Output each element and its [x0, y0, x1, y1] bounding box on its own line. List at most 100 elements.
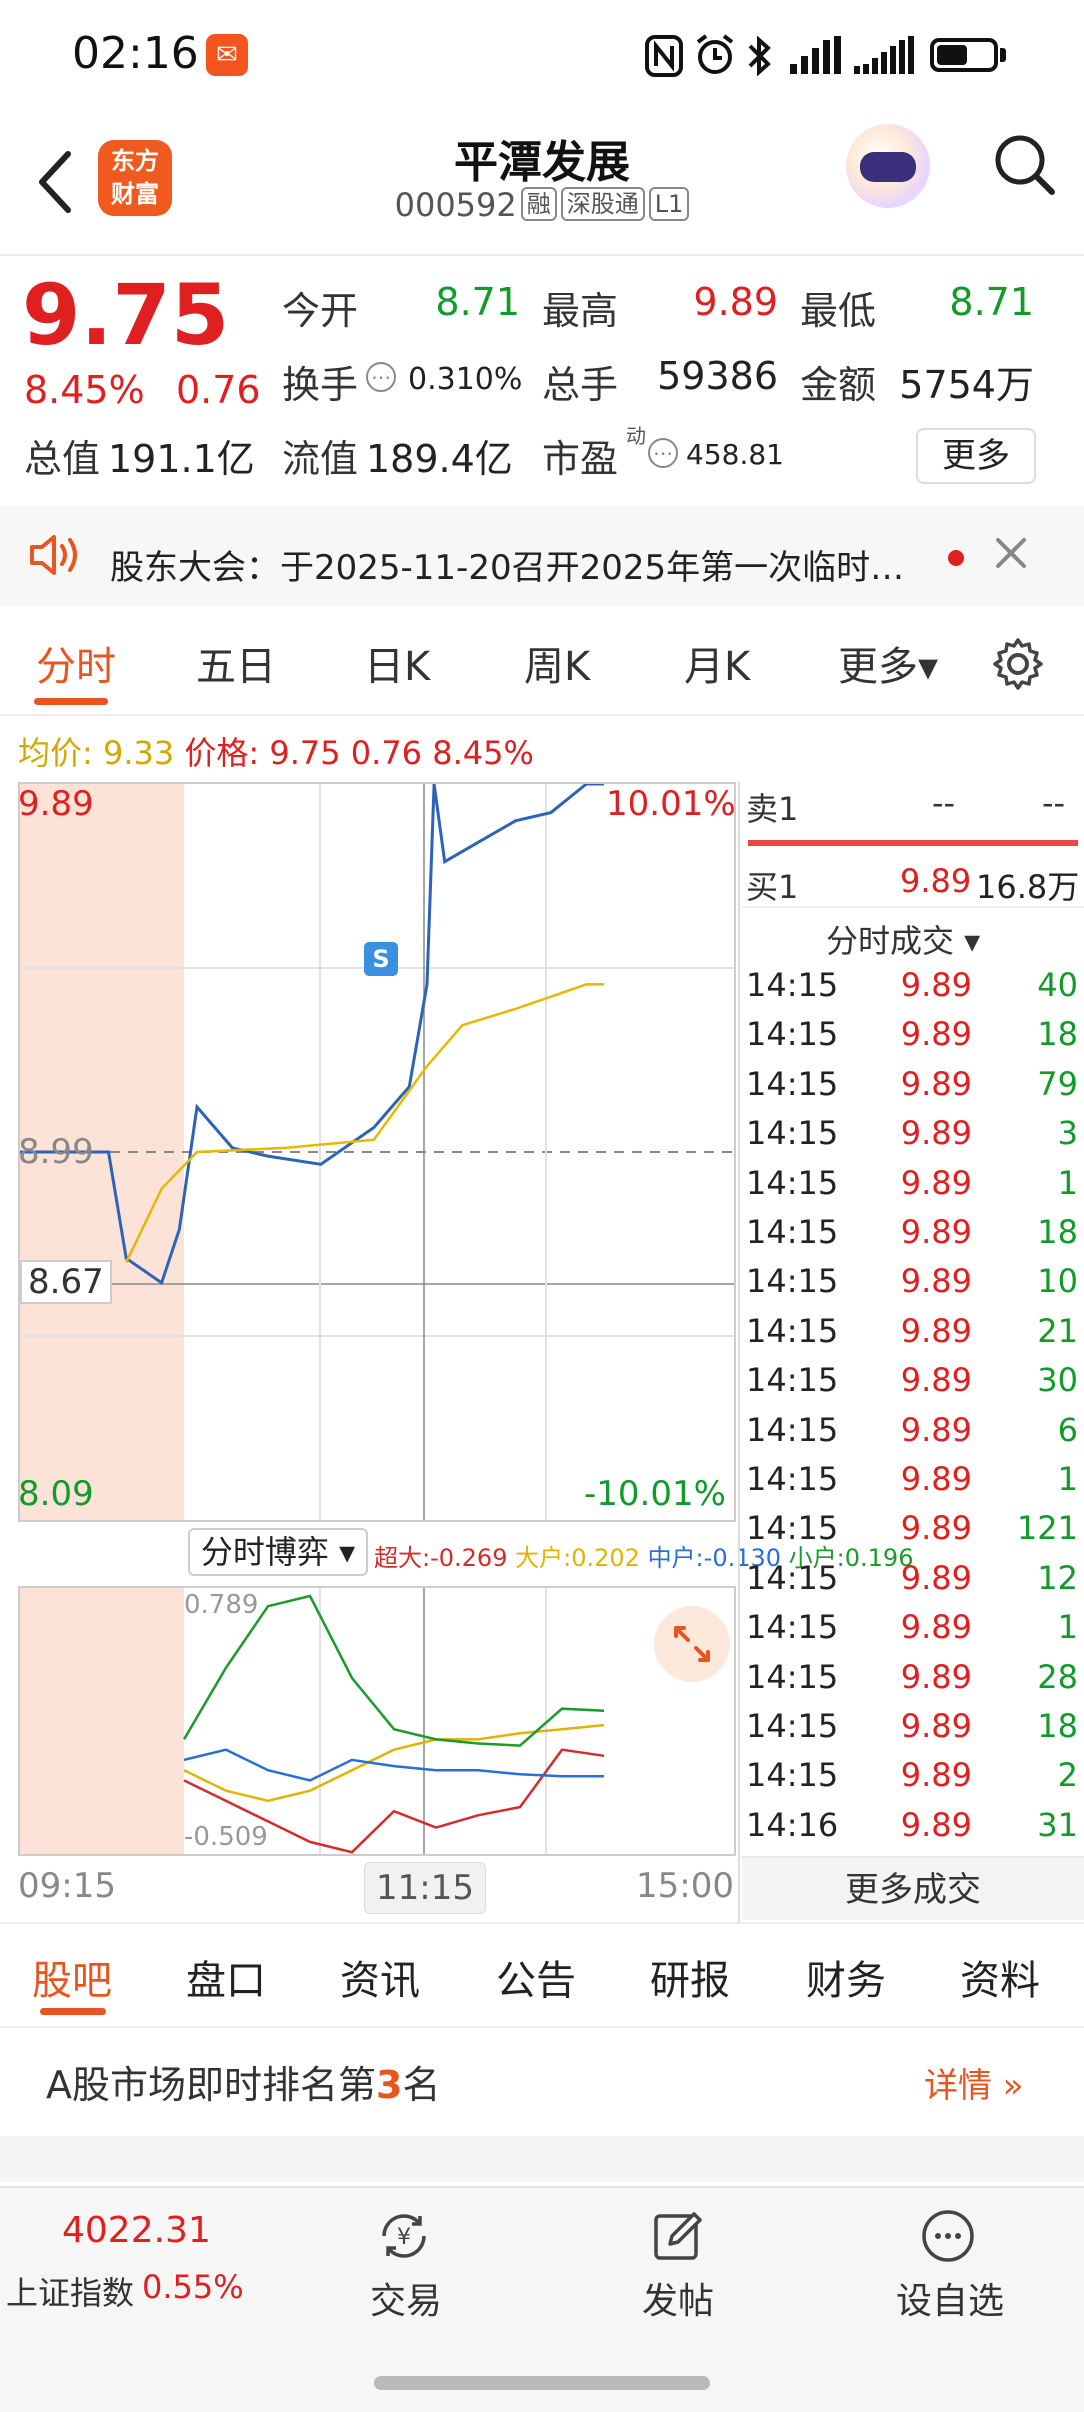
- tick-volume: 1: [1057, 1164, 1078, 1202]
- buy1-price: 9.89: [900, 862, 972, 900]
- tab-research[interactable]: 研报: [650, 1948, 730, 2006]
- tick-volume: 28: [1037, 1658, 1078, 1696]
- pe-value: 458.81: [686, 438, 784, 471]
- tab-pankou[interactable]: 盘口: [186, 1948, 266, 2006]
- turnover-label: 换手: [282, 363, 359, 407]
- current-price: 9.75: [22, 266, 230, 364]
- sub-axis-bottom: -0.509: [184, 1822, 268, 1852]
- post-icon[interactable]: [648, 2206, 708, 2266]
- y-axis-mid: 8.99: [18, 1132, 94, 1172]
- price-label: 价格:: [184, 734, 260, 772]
- low-label: 最低: [800, 289, 877, 333]
- tab-more[interactable]: 更多▾: [838, 634, 938, 692]
- section-gap: [0, 2136, 1084, 2182]
- rank-detail-link[interactable]: 详情 »: [924, 2058, 1024, 2107]
- volume-label: 总手: [542, 363, 619, 407]
- tick-volume: 121: [1016, 1509, 1078, 1547]
- index-name[interactable]: 上证指数: [6, 2268, 134, 2314]
- tick-time: 14:15: [746, 1411, 839, 1449]
- add-watchlist-label[interactable]: 设自选: [896, 2272, 1004, 2324]
- rank-text: A股市场即时排名第3名: [46, 2063, 441, 2107]
- nfc-icon: [645, 35, 683, 77]
- tick-time: 14:15: [746, 1312, 839, 1350]
- rank-number: 3: [376, 2063, 403, 2107]
- trade-icon[interactable]: ¥: [374, 2206, 434, 2266]
- pe-superscript: 动: [626, 424, 646, 448]
- bid-ask-separator: [748, 840, 1078, 846]
- tab-announcements[interactable]: 公告: [496, 1948, 576, 2006]
- flow-series-2: [183, 1748, 604, 1782]
- tick-volume: 21: [1037, 1312, 1078, 1350]
- tick-price: 9.89: [900, 1164, 972, 1202]
- home-indicator[interactable]: [374, 2376, 710, 2390]
- add-watchlist-icon[interactable]: [918, 2206, 978, 2266]
- gear-icon[interactable]: [990, 636, 1046, 692]
- tick-price: 9.89: [900, 1707, 972, 1745]
- signal-marker[interactable]: S: [364, 942, 398, 976]
- tab-daily-k[interactable]: 日K: [364, 634, 430, 692]
- search-icon[interactable]: [990, 130, 1060, 200]
- sell1-label: 卖1: [746, 790, 799, 828]
- stock-code-row: 000592 融深股通 L1: [0, 186, 1084, 224]
- tab-news[interactable]: 资讯: [340, 1948, 420, 2006]
- index-value[interactable]: 4022.31: [62, 2210, 211, 2251]
- info-icon[interactable]: ⋯: [648, 438, 678, 468]
- status-time: 02:16: [72, 28, 199, 79]
- time-end: 15:00: [636, 1866, 734, 1906]
- tick-time: 14:15: [746, 1015, 839, 1053]
- amount-label: 金额: [800, 363, 877, 407]
- amount-value: 5754万: [899, 363, 1034, 407]
- active-tab-indicator: [34, 698, 108, 705]
- avg-price-line: 均价: 9.33 价格: 9.75 0.76 8.45%: [18, 728, 534, 774]
- tick-volume: 1: [1057, 1460, 1078, 1498]
- svg-text:¥: ¥: [397, 2225, 411, 2250]
- tick-time: 14:15: [746, 1164, 839, 1202]
- sell1-price: --: [932, 784, 956, 822]
- index-change[interactable]: 0.55%: [142, 2268, 244, 2306]
- signal-icon-2: [854, 36, 914, 74]
- tick-price: 9.89: [900, 1015, 972, 1053]
- low-value: 8.71: [949, 280, 1034, 324]
- tick-price: 9.89: [900, 1262, 972, 1300]
- tick-volume: 3: [1057, 1114, 1078, 1152]
- tab-guba[interactable]: 股吧: [32, 1948, 112, 2006]
- tick-time: 14:15: [746, 1559, 839, 1597]
- price-value: 9.75 0.76 8.45%: [269, 734, 534, 772]
- more-quote-button[interactable]: 更多: [916, 428, 1036, 484]
- legend-medium-label: 中户:: [647, 1544, 704, 1572]
- cursor-price-label: 8.67: [20, 1260, 112, 1304]
- tab-monthly-k[interactable]: 月K: [684, 634, 750, 692]
- avg-value: 9.33: [102, 734, 175, 772]
- turnover-value: 0.310%: [408, 362, 523, 397]
- tab-five-day[interactable]: 五日: [196, 634, 276, 692]
- battery-icon: [930, 38, 998, 72]
- post-label[interactable]: 发帖: [642, 2272, 714, 2324]
- sub-chart-select[interactable]: 分时博弈 ▾: [188, 1528, 368, 1576]
- trade-label[interactable]: 交易: [370, 2272, 442, 2324]
- close-icon[interactable]: [986, 528, 1036, 578]
- expand-icon[interactable]: [654, 1606, 730, 1682]
- tick-time: 14:15: [746, 1707, 839, 1745]
- tick-price: 9.89: [900, 1559, 972, 1597]
- tick-trades-title[interactable]: 分时成交 ▾: [826, 916, 980, 962]
- tick-time: 14:15: [746, 1114, 839, 1152]
- float-value: 189.4亿: [366, 437, 513, 481]
- tick-volume: 12: [1037, 1559, 1078, 1597]
- tick-volume: 10: [1037, 1262, 1078, 1300]
- tick-volume: 18: [1037, 1015, 1078, 1053]
- buy1-label: 买1: [746, 868, 799, 906]
- tick-volume: 6: [1057, 1411, 1078, 1449]
- tick-volume: 1: [1057, 1608, 1078, 1646]
- tab-intraday[interactable]: 分时: [36, 634, 116, 692]
- change-amount: 0.76: [176, 368, 261, 412]
- app-notification-icon: ✉: [206, 34, 248, 76]
- notice-text[interactable]: 股东大会：于2025-11-20召开2025年第一次临时…: [110, 540, 950, 589]
- tab-weekly-k[interactable]: 周K: [524, 634, 590, 692]
- intraday-chart-svg: [20, 784, 734, 1520]
- high-label: 最高: [542, 289, 619, 333]
- more-trades-button[interactable]: 更多成交: [742, 1856, 1084, 1920]
- time-cursor: 11:15: [364, 1862, 486, 1914]
- tab-financials[interactable]: 财务: [806, 1948, 886, 2006]
- info-icon[interactable]: ⋯: [366, 362, 396, 392]
- tab-profile[interactable]: 资料: [960, 1948, 1040, 2006]
